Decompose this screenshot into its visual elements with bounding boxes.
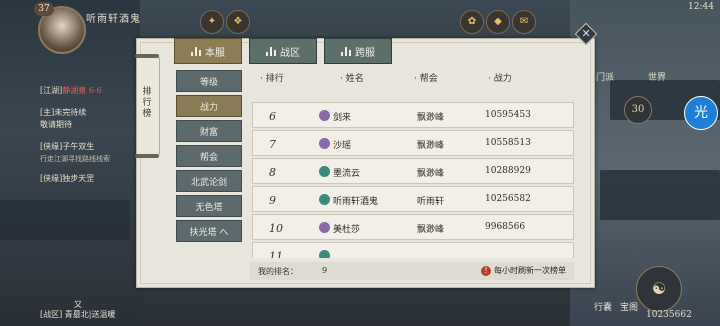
category-power[interactable]: 战力 <box>176 95 242 117</box>
guild-emblem-icon <box>319 222 330 233</box>
quest-list: [江湖]静湖泉 6-6 [主]未完待续 敬请期待 [侠缘]子午双生 行走江湖寻找… <box>40 86 110 184</box>
close-icon: ✕ <box>581 27 591 41</box>
category-menu: 等级 战力 财富 帮会 北武论剑 无色塔 扶光塔 へ <box>176 70 242 245</box>
category-wuse-tower[interactable]: 无色塔 <box>176 195 242 217</box>
quest-item[interactable]: [江湖]静湖泉 6-6 <box>40 86 110 96</box>
table-row[interactable]: 11 <box>252 242 574 258</box>
shop-icon[interactable]: ◆ <box>486 10 510 34</box>
ranking-list[interactable]: 6 剑来 飘渺峰 10595453 7 沙瑶 飘渺峰 10558513 8 墨流… <box>252 86 574 258</box>
chat-preview[interactable]: 又 [战区] 青墓北|送温暖 <box>40 300 115 320</box>
quest-item[interactable]: [侠缘]独步天罡 <box>40 174 110 184</box>
header-name: · 姓名 <box>340 74 364 84</box>
scroll-rod <box>135 54 159 58</box>
category-wealth[interactable]: 财富 <box>176 120 242 142</box>
mail-icon[interactable]: ✉ <box>512 10 536 34</box>
bar-chart-icon <box>266 46 276 56</box>
bag-label[interactable]: 行囊 <box>594 300 612 313</box>
guild-emblem-icon <box>319 110 330 121</box>
alert-icon: ! <box>481 265 491 276</box>
leaderboard-scroll-banner: 排行榜 <box>135 54 160 158</box>
clock: 12:44 <box>688 2 714 12</box>
tab-war-zone[interactable]: 战区 <box>249 38 317 64</box>
table-row[interactable]: 9 听雨轩酒鬼 听雨轩 10256582 <box>252 186 574 212</box>
scroll-title: 排行榜 <box>142 87 152 119</box>
gift-icon[interactable]: ❖ <box>226 10 250 34</box>
quest-item[interactable]: 行走江湖寻找路线线索 <box>40 154 110 164</box>
meditation-icon[interactable]: ☯ <box>636 266 682 312</box>
quest-item[interactable]: 敬请期待 <box>40 120 110 130</box>
clan-tab[interactable]: 门派 <box>596 70 614 83</box>
table-header: · 排行 · 姓名 · 帮会 · 战力 <box>250 70 574 84</box>
category-level[interactable]: 等级 <box>176 70 242 92</box>
scene-roof <box>0 200 130 240</box>
header-power: · 战力 <box>488 74 512 84</box>
tab-cross-server[interactable]: 跨服 <box>324 38 392 64</box>
table-row[interactable]: 6 剑来 飘渺峰 10595453 <box>252 102 574 128</box>
table-row[interactable]: 10 美杜莎 飘渺峰 9968566 <box>252 214 574 240</box>
event-icon[interactable]: ✿ <box>460 10 484 34</box>
tab-server[interactable]: 本服 <box>174 38 242 64</box>
table-row[interactable]: 8 墨流云 飘渺峰 10288929 <box>252 158 574 184</box>
header-guild: · 帮会 <box>414 74 438 84</box>
player-name: 听雨轩酒鬼 <box>86 14 141 25</box>
guild-emblem-icon <box>319 138 330 149</box>
guild-emblem-icon <box>319 250 330 258</box>
refresh-notice: ! 每小时刷新一次榜单 <box>481 265 566 276</box>
world-tab[interactable]: 世界 <box>648 70 666 83</box>
bar-chart-icon <box>341 46 351 56</box>
guild-emblem-icon <box>319 166 330 177</box>
top-hud-icons-2: ✿ ◆ ✉ <box>460 10 536 34</box>
category-guild[interactable]: 帮会 <box>176 145 242 167</box>
scroll-rod <box>135 154 159 158</box>
chat-line: [战区] 青墓北|送温暖 <box>40 310 116 319</box>
my-rank-bar: 我的排名： 9 ! 每小时刷新一次榜单 <box>250 262 574 280</box>
my-rank-value: 9 <box>322 266 328 275</box>
header-rank: · 排行 <box>260 74 284 84</box>
scene-roof <box>600 170 720 220</box>
assistant-icon[interactable]: 光 <box>684 96 718 130</box>
activity-counter[interactable]: 30 <box>624 96 652 124</box>
player-level: 37 <box>34 2 54 16</box>
treasure-label[interactable]: 宝阁 <box>620 300 638 313</box>
my-rank-label: 我的排名： <box>258 267 298 276</box>
quest-item[interactable]: [侠缘]子午双生 <box>40 142 110 152</box>
table-row[interactable]: 7 沙瑶 飘渺峰 10558513 <box>252 130 574 156</box>
category-north-duel[interactable]: 北武论剑 <box>176 170 242 192</box>
category-fuguang-tower[interactable]: 扶光塔 へ <box>176 220 242 242</box>
guild-emblem-icon <box>319 194 330 205</box>
currency-amount: 10235662 <box>646 310 692 320</box>
top-hud-icons: ✦ ❖ <box>200 10 250 34</box>
quest-item[interactable]: [主]未完待续 <box>40 108 110 118</box>
chat-user: 又 <box>74 300 82 309</box>
bar-chart-icon <box>191 46 201 56</box>
menu-icon[interactable]: ✦ <box>200 10 224 34</box>
